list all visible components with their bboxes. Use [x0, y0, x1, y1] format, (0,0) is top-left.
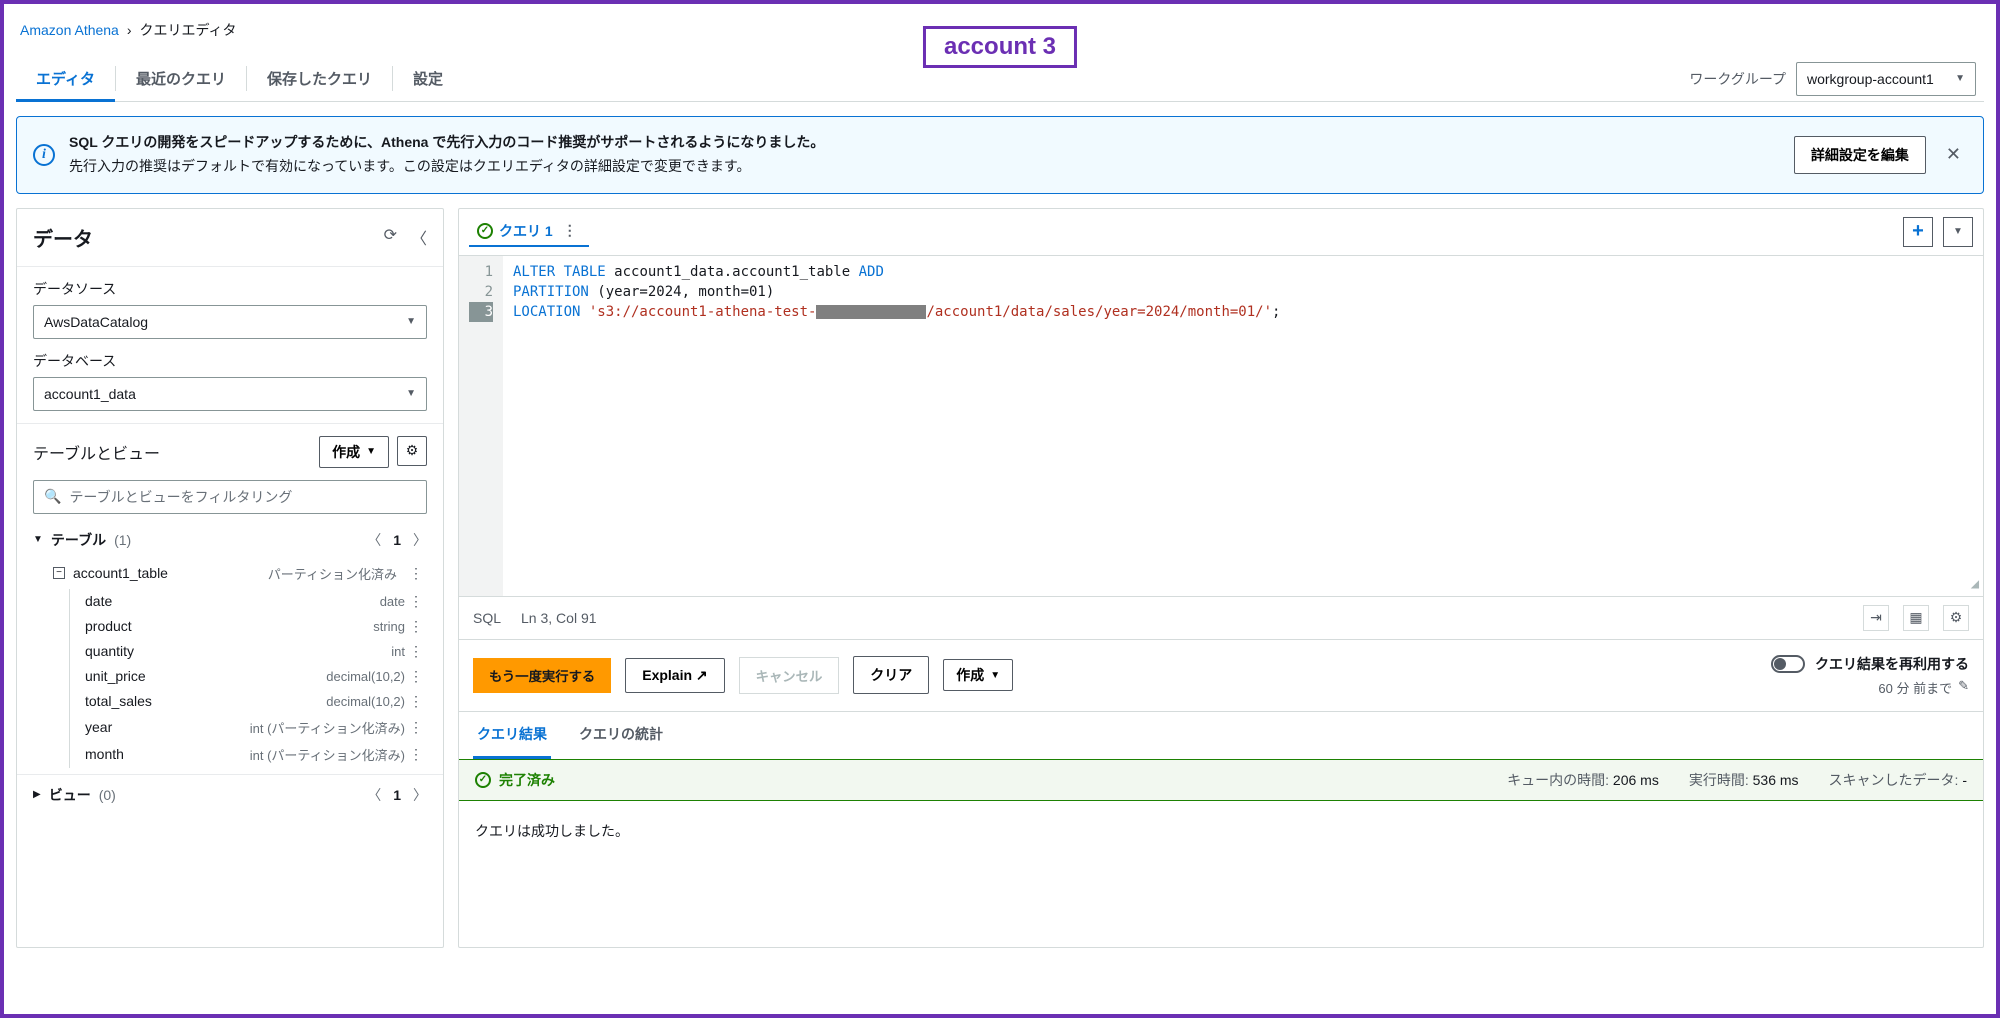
kebab-icon[interactable]: ⋮ — [405, 643, 427, 660]
triangle-right-icon: ▶ — [33, 789, 41, 800]
create-dropdown-button[interactable]: 作成▼ — [943, 659, 1013, 691]
breadcrumb-page: クエリエディタ — [140, 20, 237, 40]
next-page-icon[interactable]: 〉 — [413, 785, 427, 805]
tab-menu-button[interactable]: ▼ — [1943, 217, 1973, 247]
views-tree-header[interactable]: ▶ ビュー (0) 〈 1 〉 — [17, 774, 443, 813]
tab-editor[interactable]: エディタ — [16, 56, 115, 101]
banner-text: SQL クエリの開発をスピードアップするために、Athena で先行入力のコード… — [69, 131, 1780, 179]
tab-recent[interactable]: 最近のクエリ — [116, 56, 246, 101]
workgroup-select[interactable]: workgroup-account1 — [1796, 62, 1976, 96]
tables-views-title: テーブルとビュー — [33, 440, 160, 464]
create-button[interactable]: 作成▼ — [319, 436, 389, 468]
cancel-button: キャンセル — [739, 657, 840, 694]
datasource-label: データソース — [33, 279, 427, 299]
pencil-icon[interactable]: ✎ — [1958, 678, 1969, 697]
success-status-bar: ✓完了済み キュー内の時間: 206 ms 実行時間: 536 ms スキャンし… — [459, 759, 1983, 801]
column-row: total_salesdecimal(10,2)⋮ — [17, 689, 443, 714]
column-row: productstring⋮ — [17, 614, 443, 639]
collapse-box-icon[interactable]: − — [53, 567, 65, 579]
reuse-label: クエリ結果を再利用する — [1815, 654, 1969, 674]
run-again-button[interactable]: もう一度実行する — [473, 658, 611, 693]
next-page-icon[interactable]: 〉 — [413, 530, 427, 550]
filter-input[interactable]: 🔍 テーブルとビューをフィルタリング — [33, 480, 427, 514]
result-tabs: クエリ結果 クエリの統計 — [459, 711, 1983, 759]
clear-button[interactable]: クリア — [853, 656, 929, 694]
sidebar-title: データ — [33, 223, 93, 252]
editor-status-bar: SQL Ln 3, Col 91 ⇥ ▦ ⚙ — [459, 596, 1983, 639]
kebab-icon[interactable]: ⋮ — [405, 719, 427, 736]
indent-icon[interactable]: ⇥ — [1863, 605, 1889, 631]
kebab-icon[interactable]: ⋮ — [405, 693, 427, 710]
info-icon: i — [33, 144, 55, 166]
column-row: unit_pricedecimal(10,2)⋮ — [17, 664, 443, 689]
kebab-icon[interactable]: ⋮ — [405, 746, 427, 763]
sql-panel: ✓ クエリ 1 ⋮ + ▼ 123 ALTER TABLE account1_d… — [458, 208, 1984, 948]
resize-handle-icon[interactable]: ◢ — [1971, 576, 1979, 592]
column-row: monthint (パーティション化済み)⋮ — [17, 741, 443, 768]
success-check-icon: ✓ — [477, 223, 493, 239]
column-row: yearint (パーティション化済み)⋮ — [17, 714, 443, 741]
add-tab-button[interactable]: + — [1903, 217, 1933, 247]
gear-icon[interactable]: ⚙ — [397, 436, 427, 466]
kebab-icon[interactable]: ⋮ — [405, 618, 427, 635]
workgroup-label: ワークグループ — [1689, 69, 1786, 89]
data-sidebar: データ ⟳ 〈 データソース AwsDataCatalog データベース acc… — [16, 208, 444, 948]
line-gutter: 123 — [459, 256, 503, 596]
kebab-icon[interactable]: ⋮ — [405, 668, 427, 685]
gear-icon[interactable]: ⚙ — [1943, 605, 1969, 631]
tab-query-stats[interactable]: クエリの統計 — [575, 712, 667, 759]
column-row: quantityint⋮ — [17, 639, 443, 664]
redacted-region — [816, 305, 926, 319]
kebab-icon[interactable]: ⋮ — [405, 565, 427, 582]
refresh-icon[interactable]: ⟳ — [384, 225, 397, 249]
datasource-select[interactable]: AwsDataCatalog — [33, 305, 427, 339]
info-banner: i SQL クエリの開発をスピードアップするために、Athena で先行入力のコ… — [16, 116, 1984, 194]
banner-settings-button[interactable]: 詳細設定を編集 — [1794, 136, 1926, 174]
code-editor[interactable]: 123 ALTER TABLE account1_data.account1_t… — [459, 256, 1983, 596]
table-row[interactable]: − account1_table パーティション化済み ⋮ — [17, 558, 443, 589]
chevron-down-icon: ▼ — [366, 446, 376, 457]
external-link-icon: ↗ — [696, 667, 708, 683]
kebab-icon[interactable]: ⋮ — [559, 222, 581, 239]
collapse-icon[interactable]: 〈 — [411, 225, 427, 249]
action-bar: もう一度実行する Explain ↗ キャンセル クリア 作成▼ クエリ結果を再… — [459, 639, 1983, 711]
tab-settings[interactable]: 設定 — [393, 56, 463, 101]
explain-button[interactable]: Explain ↗ — [625, 658, 724, 693]
chevron-down-icon: ▼ — [990, 670, 1000, 681]
column-row: datedate⋮ — [17, 589, 443, 614]
kebab-icon[interactable]: ⋮ — [405, 593, 427, 610]
tab-saved[interactable]: 保存したクエリ — [247, 56, 392, 101]
account-badge: account 3 — [923, 26, 1077, 68]
chevron-down-icon: ▼ — [1953, 226, 1963, 237]
prev-page-icon[interactable]: 〈 — [367, 785, 381, 805]
database-label: データベース — [33, 351, 427, 371]
code-content[interactable]: ALTER TABLE account1_data.account1_table… — [503, 256, 1290, 596]
success-check-icon: ✓ — [475, 772, 491, 788]
result-message: クエリは成功しました。 — [459, 801, 1983, 861]
prev-page-icon[interactable]: 〈 — [367, 530, 381, 550]
reuse-toggle[interactable] — [1771, 655, 1805, 673]
breadcrumb-service-link[interactable]: Amazon Athena — [20, 22, 119, 38]
layout-icon[interactable]: ▦ — [1903, 605, 1929, 631]
tab-query-results[interactable]: クエリ結果 — [473, 712, 551, 759]
search-icon: 🔍 — [44, 488, 61, 505]
tables-tree-header[interactable]: ▼ テーブル (1) 〈 1 〉 — [17, 522, 443, 558]
query-tab-1[interactable]: ✓ クエリ 1 ⋮ — [469, 217, 589, 247]
database-select[interactable]: account1_data — [33, 377, 427, 411]
close-icon[interactable]: ✕ — [1940, 144, 1967, 165]
chevron-right-icon: › — [127, 22, 132, 38]
triangle-down-icon: ▼ — [33, 534, 43, 545]
